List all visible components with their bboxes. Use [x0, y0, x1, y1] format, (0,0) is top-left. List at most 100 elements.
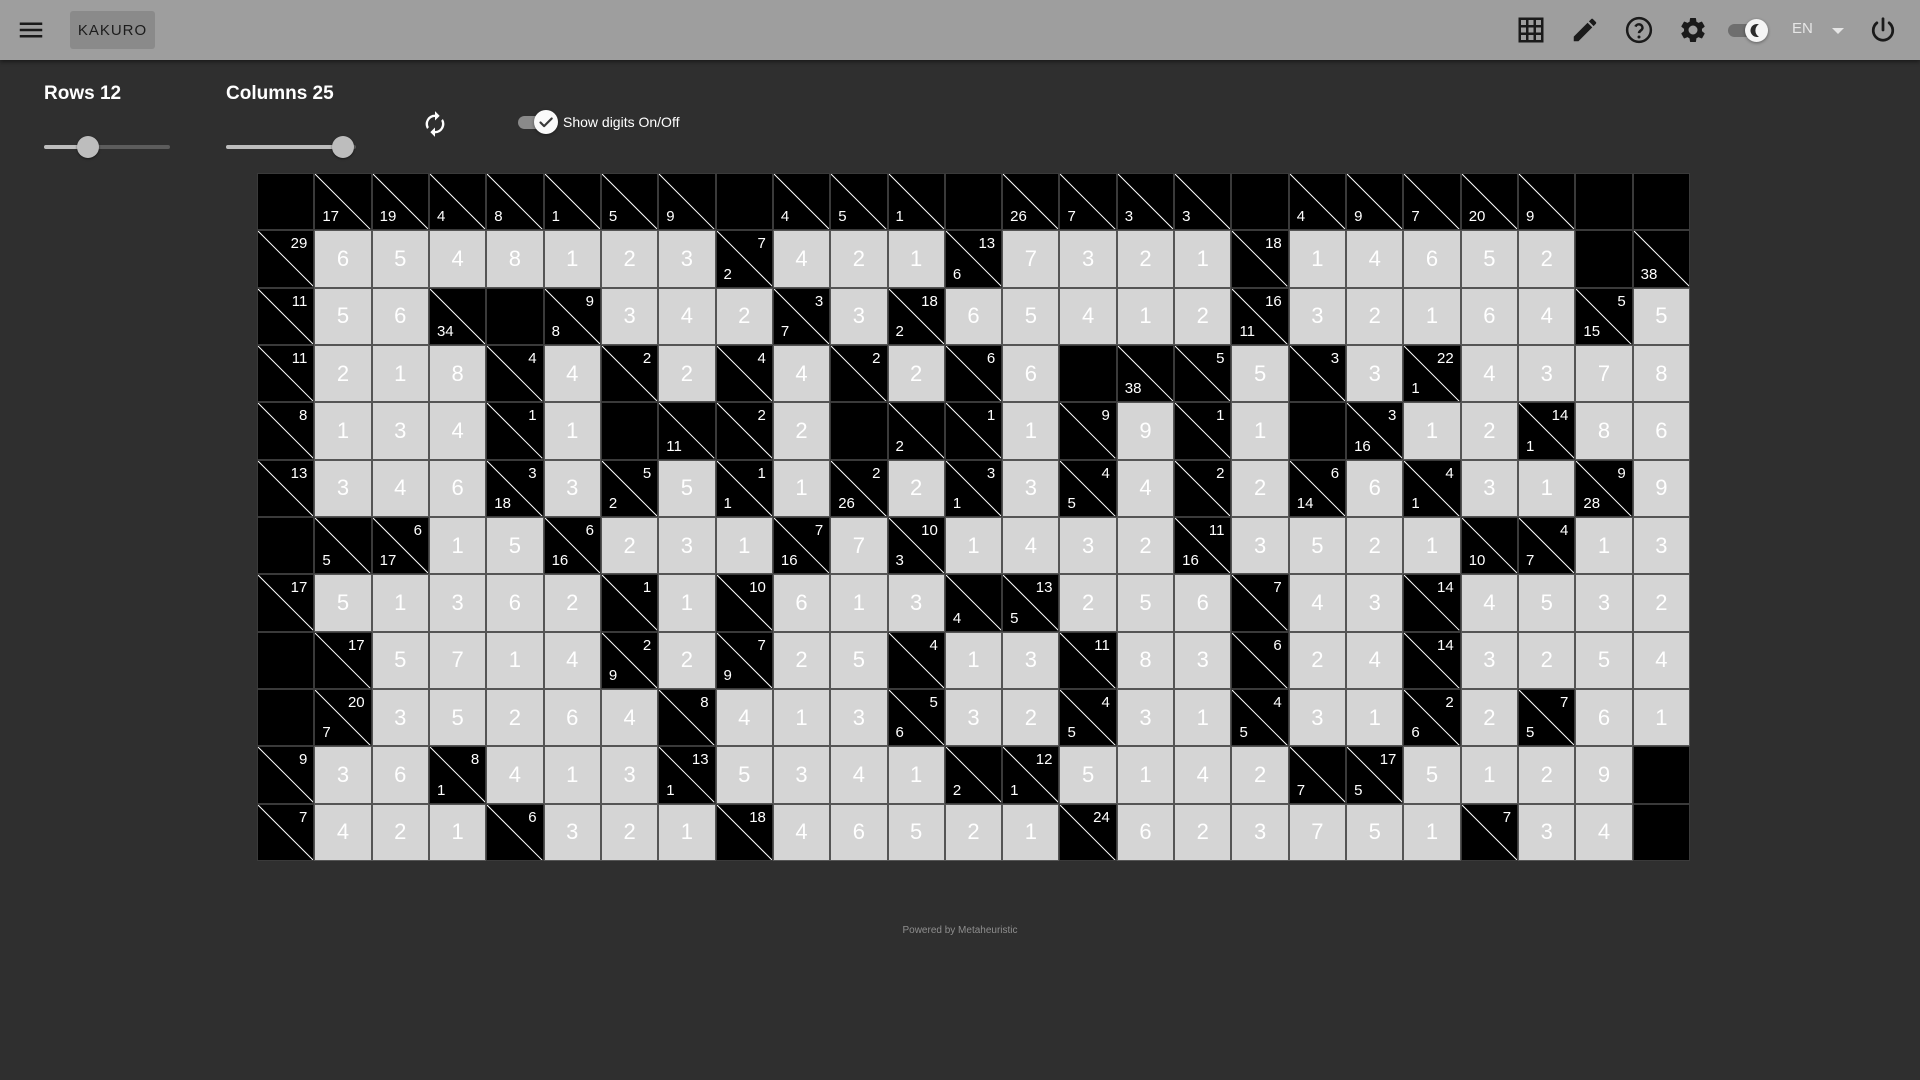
answer-cell[interactable]: 1	[1116, 287, 1175, 345]
answer-cell[interactable]: 3	[1231, 803, 1289, 861]
answer-cell[interactable]: 1	[658, 574, 716, 632]
answer-cell[interactable]: 6	[830, 803, 888, 861]
answer-cell[interactable]: 1	[1575, 516, 1633, 575]
menu-icon[interactable]	[16, 15, 46, 45]
answer-cell[interactable]: 2	[1460, 688, 1519, 747]
answer-cell[interactable]: 3	[428, 574, 487, 632]
answer-cell[interactable]: 7	[1002, 230, 1060, 288]
answer-cell[interactable]: 2	[314, 344, 372, 403]
answer-cell[interactable]: 6	[1460, 287, 1519, 345]
show-digits-toggle[interactable]	[516, 109, 562, 135]
answer-cell[interactable]: 2	[1346, 516, 1404, 575]
answer-cell[interactable]: 1	[887, 746, 945, 804]
answer-cell[interactable]: 2	[543, 574, 601, 632]
answer-cell[interactable]: 4	[830, 746, 888, 804]
answer-cell[interactable]: 4	[1059, 287, 1117, 345]
answer-cell[interactable]: 4	[772, 803, 831, 861]
answer-cell[interactable]: 3	[1346, 344, 1404, 403]
answer-cell[interactable]: 6	[944, 287, 1003, 345]
answer-cell[interactable]: 2	[1059, 574, 1117, 632]
settings-icon[interactable]	[1678, 15, 1708, 45]
answer-cell[interactable]: 3	[1460, 459, 1519, 517]
answer-cell[interactable]: 4	[1632, 631, 1690, 689]
answer-cell[interactable]: 1	[371, 344, 429, 403]
answer-cell[interactable]: 8	[1116, 631, 1175, 689]
answer-cell[interactable]: 2	[1518, 746, 1576, 804]
answer-cell[interactable]: 3	[600, 746, 659, 804]
answer-cell[interactable]: 4	[486, 746, 544, 804]
answer-cell[interactable]: 4	[543, 344, 601, 403]
answer-cell[interactable]: 6	[371, 746, 429, 804]
answer-cell[interactable]: 5	[1518, 574, 1576, 632]
answer-cell[interactable]: 5	[715, 746, 773, 804]
answer-cell[interactable]: 1	[543, 402, 601, 460]
answer-cell[interactable]: 1	[830, 574, 888, 632]
answer-cell[interactable]: 5	[314, 574, 372, 632]
answer-cell[interactable]: 2	[715, 287, 773, 345]
answer-cell[interactable]: 8	[428, 344, 487, 403]
answer-cell[interactable]: 3	[658, 516, 716, 575]
answer-cell[interactable]: 4	[1116, 459, 1175, 517]
answer-cell[interactable]: 2	[830, 230, 888, 288]
answer-cell[interactable]: 6	[1174, 574, 1232, 632]
answer-cell[interactable]: 3	[944, 688, 1003, 747]
answer-cell[interactable]: 6	[486, 574, 544, 632]
answer-cell[interactable]: 1	[428, 516, 487, 575]
answer-cell[interactable]: 1	[1518, 459, 1576, 517]
answer-cell[interactable]: 2	[658, 344, 716, 403]
answer-cell[interactable]: 1	[1346, 688, 1404, 747]
answer-cell[interactable]: 5	[830, 631, 888, 689]
answer-cell[interactable]: 1	[314, 402, 372, 460]
answer-cell[interactable]: 3	[772, 746, 831, 804]
answer-cell[interactable]: 7	[1288, 803, 1347, 861]
answer-cell[interactable]: 5	[486, 516, 544, 575]
answer-cell[interactable]: 4	[1288, 574, 1347, 632]
answer-cell[interactable]: 5	[371, 631, 429, 689]
answer-cell[interactable]: 4	[1002, 516, 1060, 575]
answer-cell[interactable]: 1	[428, 803, 487, 861]
answer-cell[interactable]: 4	[772, 230, 831, 288]
answer-cell[interactable]: 1	[1174, 230, 1232, 288]
answer-cell[interactable]: 2	[772, 631, 831, 689]
answer-cell[interactable]: 2	[600, 516, 659, 575]
answer-cell[interactable]: 6	[1002, 344, 1060, 403]
answer-cell[interactable]: 4	[1460, 574, 1519, 632]
answer-cell[interactable]: 1	[1403, 803, 1461, 861]
answer-cell[interactable]: 5	[1346, 803, 1404, 861]
rows-slider-thumb[interactable]	[77, 136, 100, 158]
answer-cell[interactable]: 2	[600, 803, 659, 861]
grid-icon[interactable]	[1516, 15, 1546, 45]
answer-cell[interactable]: 6	[772, 574, 831, 632]
answer-cell[interactable]: 4	[600, 688, 659, 747]
answer-cell[interactable]: 1	[772, 459, 831, 517]
answer-cell[interactable]: 1	[1002, 402, 1060, 460]
help-icon[interactable]	[1624, 15, 1654, 45]
answer-cell[interactable]: 2	[600, 230, 659, 288]
answer-cell[interactable]: 1	[772, 688, 831, 747]
answer-cell[interactable]: 7	[1575, 344, 1633, 403]
answer-cell[interactable]: 3	[1288, 688, 1347, 747]
answer-cell[interactable]: 2	[486, 688, 544, 747]
answer-cell[interactable]: 4	[428, 402, 487, 460]
answer-cell[interactable]: 6	[371, 287, 429, 345]
answer-cell[interactable]: 2	[1002, 688, 1060, 747]
answer-cell[interactable]: 1	[1116, 746, 1175, 804]
answer-cell[interactable]: 4	[1460, 344, 1519, 403]
answer-cell[interactable]: 9	[1116, 402, 1175, 460]
columns-slider[interactable]	[226, 136, 356, 158]
app-title-button[interactable]: KAKURO	[70, 11, 155, 49]
answer-cell[interactable]: 3	[1518, 344, 1576, 403]
answer-cell[interactable]: 3	[1346, 574, 1404, 632]
refresh-icon[interactable]	[421, 110, 449, 138]
answer-cell[interactable]: 1	[1403, 516, 1461, 575]
answer-cell[interactable]: 3	[543, 803, 601, 861]
answer-cell[interactable]: 4	[1575, 803, 1633, 861]
answer-cell[interactable]: 2	[1288, 631, 1347, 689]
answer-cell[interactable]: 1	[371, 574, 429, 632]
answer-cell[interactable]: 4	[371, 459, 429, 517]
answer-cell[interactable]: 6	[1346, 459, 1404, 517]
answer-cell[interactable]: 1	[944, 631, 1003, 689]
answer-cell[interactable]: 1	[887, 230, 945, 288]
answer-cell[interactable]: 9	[1575, 746, 1633, 804]
answer-cell[interactable]: 5	[1231, 344, 1289, 403]
